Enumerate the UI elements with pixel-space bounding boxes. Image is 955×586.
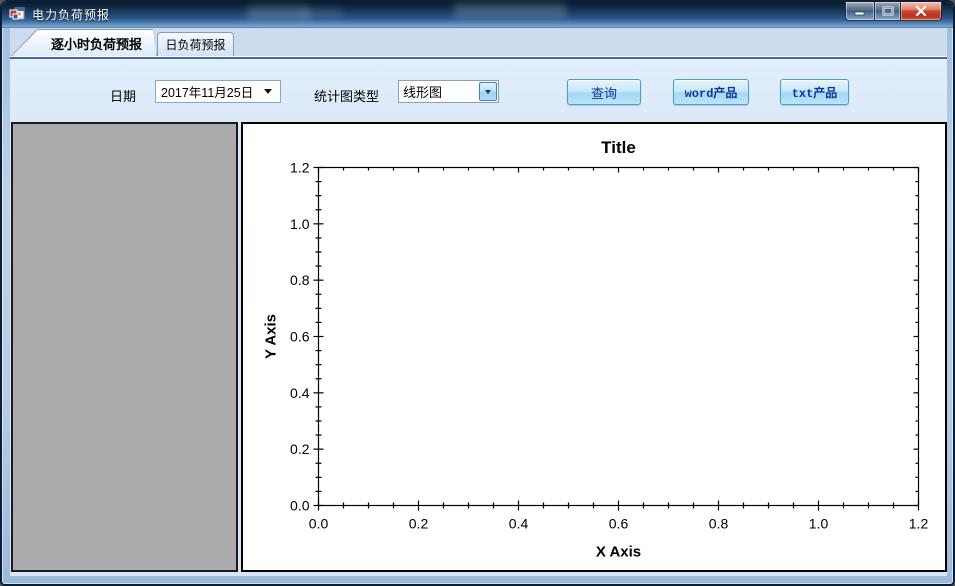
caret-down-icon bbox=[485, 89, 491, 94]
svg-text:0.8: 0.8 bbox=[290, 272, 310, 288]
svg-text:1.0: 1.0 bbox=[290, 216, 310, 232]
titlebar-glass-reflection bbox=[454, 3, 566, 18]
svg-text:0.8: 0.8 bbox=[709, 516, 729, 532]
caret-down-icon[interactable] bbox=[264, 89, 272, 94]
window-title: 电力负荷预报 bbox=[32, 8, 111, 22]
chart-type-label: 统计图类型 bbox=[314, 89, 380, 104]
svg-text:Y Axis: Y Axis bbox=[263, 314, 280, 359]
svg-text:0.4: 0.4 bbox=[290, 385, 310, 401]
maximize-icon bbox=[882, 6, 893, 16]
titlebar-glass-reflection bbox=[302, 8, 342, 18]
chart: Title 0.0 0.2 0.4 0.6 0.8 1.0 1.2 0.0 0.2 0.4 0.6 0.… bbox=[263, 138, 929, 561]
svg-text:0.2: 0.2 bbox=[290, 441, 310, 457]
app-window: 电力负荷预报 逐小时负荷预报 日负荷预报 日期 2017年11月25日 统计图类… bbox=[0, 0, 955, 586]
svg-text:0.6: 0.6 bbox=[609, 516, 629, 532]
combobox-dropdown-button[interactable] bbox=[479, 82, 497, 101]
close-button[interactable] bbox=[901, 2, 942, 21]
titlebar-glass-reflection bbox=[247, 6, 309, 20]
date-picker-value: 2017年11月25日 bbox=[161, 86, 254, 100]
svg-text:1.0: 1.0 bbox=[809, 516, 829, 532]
txt-product-button[interactable]: txt产品 bbox=[780, 79, 849, 105]
minimize-icon bbox=[854, 11, 865, 15]
svg-text:1.2: 1.2 bbox=[909, 516, 929, 532]
chart-type-combobox[interactable]: 线形图 bbox=[398, 80, 499, 103]
date-picker[interactable]: 2017年11月25日 bbox=[155, 80, 281, 103]
svg-text:1.2: 1.2 bbox=[290, 160, 310, 176]
svg-text:0.0: 0.0 bbox=[309, 516, 329, 532]
svg-text:Title: Title bbox=[601, 138, 636, 157]
word-product-button[interactable]: word产品 bbox=[673, 79, 749, 105]
svg-text:0.4: 0.4 bbox=[509, 516, 529, 532]
maximize-button[interactable] bbox=[874, 2, 901, 21]
close-icon bbox=[915, 6, 927, 16]
date-label: 日期 bbox=[110, 89, 137, 104]
svg-text:0.6: 0.6 bbox=[290, 329, 310, 345]
tab-hourly-forecast-label: 逐小时负荷预报 bbox=[50, 37, 142, 52]
tab-daily-forecast-label: 日负荷预报 bbox=[165, 38, 226, 52]
winforms-app-icon bbox=[9, 7, 25, 20]
query-button[interactable]: 查询 bbox=[567, 79, 641, 105]
chart-panel: Title 0.0 0.2 0.4 0.6 0.8 1.0 1.2 0.0 0.2 0.4 0.6 0.… bbox=[241, 122, 947, 572]
chart-type-value: 线形图 bbox=[403, 85, 443, 100]
svg-text:0.0: 0.0 bbox=[290, 498, 310, 514]
window-controls bbox=[845, 2, 942, 21]
titlebar[interactable] bbox=[2, 2, 953, 28]
left-panel bbox=[11, 122, 238, 572]
minimize-button[interactable] bbox=[845, 2, 874, 21]
svg-text:0.2: 0.2 bbox=[409, 516, 429, 532]
svg-text:X Axis: X Axis bbox=[596, 544, 641, 561]
tab-daily-forecast[interactable]: 日负荷预报 bbox=[157, 32, 234, 56]
